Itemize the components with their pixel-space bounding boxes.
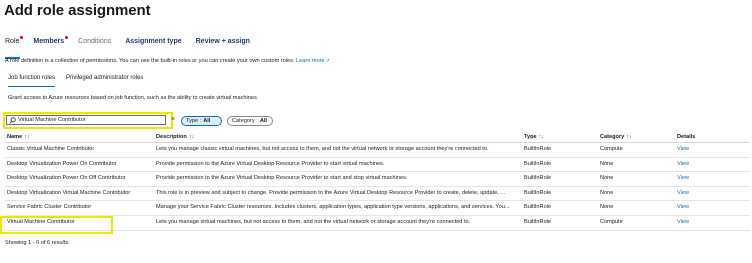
sort-icon: ↑↓ [188, 134, 195, 140]
learn-more-link[interactable]: Learn more↗ [296, 58, 330, 64]
view-details-link[interactable]: View [677, 146, 717, 152]
results-count: Showing 1 - 6 of 6 results. [5, 240, 70, 246]
search-input[interactable]: Virtual Machine Contributor [6, 115, 166, 125]
col-category-header[interactable]: Category ↑↓ [600, 134, 670, 140]
role-type-tabs: Job function roles Privileged administra… [8, 75, 154, 87]
role-description-text: A role definition is a collection of per… [5, 58, 330, 64]
tab-role-label: Role [5, 38, 20, 45]
tab-role[interactable]: Role [5, 36, 24, 59]
table-row[interactable]: Desktop Virtualization Virtual Machine C… [5, 187, 750, 202]
tab-conditions: Conditions [78, 38, 112, 45]
tab-members-label: Members [33, 38, 65, 45]
search-value: Virtual Machine Contributor [18, 117, 86, 123]
tab-members[interactable]: Members [33, 36, 69, 54]
table-row[interactable]: Service Fabric Cluster Contributor Manag… [5, 201, 750, 216]
tab-assignment-type[interactable]: Assignment type [125, 38, 181, 54]
required-dot-icon [65, 36, 69, 39]
col-details-header: Details [677, 134, 696, 140]
sort-icon: ↑↓ [24, 134, 30, 140]
table-row[interactable]: Desktop Virtualization Power On Contribu… [5, 158, 750, 173]
page-title: Add role assignment [4, 2, 151, 19]
required-dot-icon [20, 36, 24, 39]
tab-privileged-admin-roles[interactable]: Privileged administrator roles [66, 75, 143, 81]
roles-table: Name ↑↓ Description ↑↓ Type ↑↓ Category ↑↓ D… [5, 131, 750, 231]
col-description-header[interactable]: Description ↑↓ [156, 134, 523, 140]
view-details-link[interactable]: View [677, 161, 717, 167]
more-options-button[interactable]: ··· [114, 3, 128, 15]
view-details-link[interactable]: View [677, 204, 717, 210]
clear-search-icon[interactable]: × [171, 116, 175, 123]
tab-review-assign[interactable]: Review + assign [196, 38, 250, 54]
view-details-link[interactable]: View [677, 175, 717, 181]
table-row[interactable]: Virtual Machine Contributor Lets you man… [5, 216, 750, 231]
sort-icon: ↑↓ [538, 134, 545, 140]
category-filter-pill[interactable]: Category : All [227, 116, 273, 126]
view-details-link[interactable]: View [677, 190, 717, 196]
type-filter-pill[interactable]: Type : All [181, 116, 222, 126]
table-row[interactable]: Desktop Virtualization Power On Off Cont… [5, 172, 750, 187]
col-name-header[interactable]: Name ↑↓ [7, 134, 155, 140]
wizard-tabs: Role Members Conditions Assignment type … [5, 36, 264, 59]
view-details-link[interactable]: View [677, 219, 717, 225]
table-row[interactable]: Classic Virtual Machine Contributor Lets… [5, 143, 750, 158]
external-link-icon: ↗ [325, 58, 330, 64]
table-header: Name ↑↓ Description ↑↓ Type ↑↓ Category ↑↓ D… [5, 131, 750, 143]
search-highlight: Virtual Machine Contributor [3, 112, 173, 129]
col-type-header[interactable]: Type ↑↓ [524, 134, 594, 140]
search-icon [9, 116, 16, 124]
sort-icon: ↑↓ [626, 134, 632, 140]
tab-job-function-roles[interactable]: Job function roles [8, 75, 56, 87]
description-text: A role definition is a collection of per… [5, 58, 295, 64]
grant-access-text: Grant access to Azure resources based on… [8, 95, 259, 101]
selected-row-highlight [0, 216, 113, 234]
